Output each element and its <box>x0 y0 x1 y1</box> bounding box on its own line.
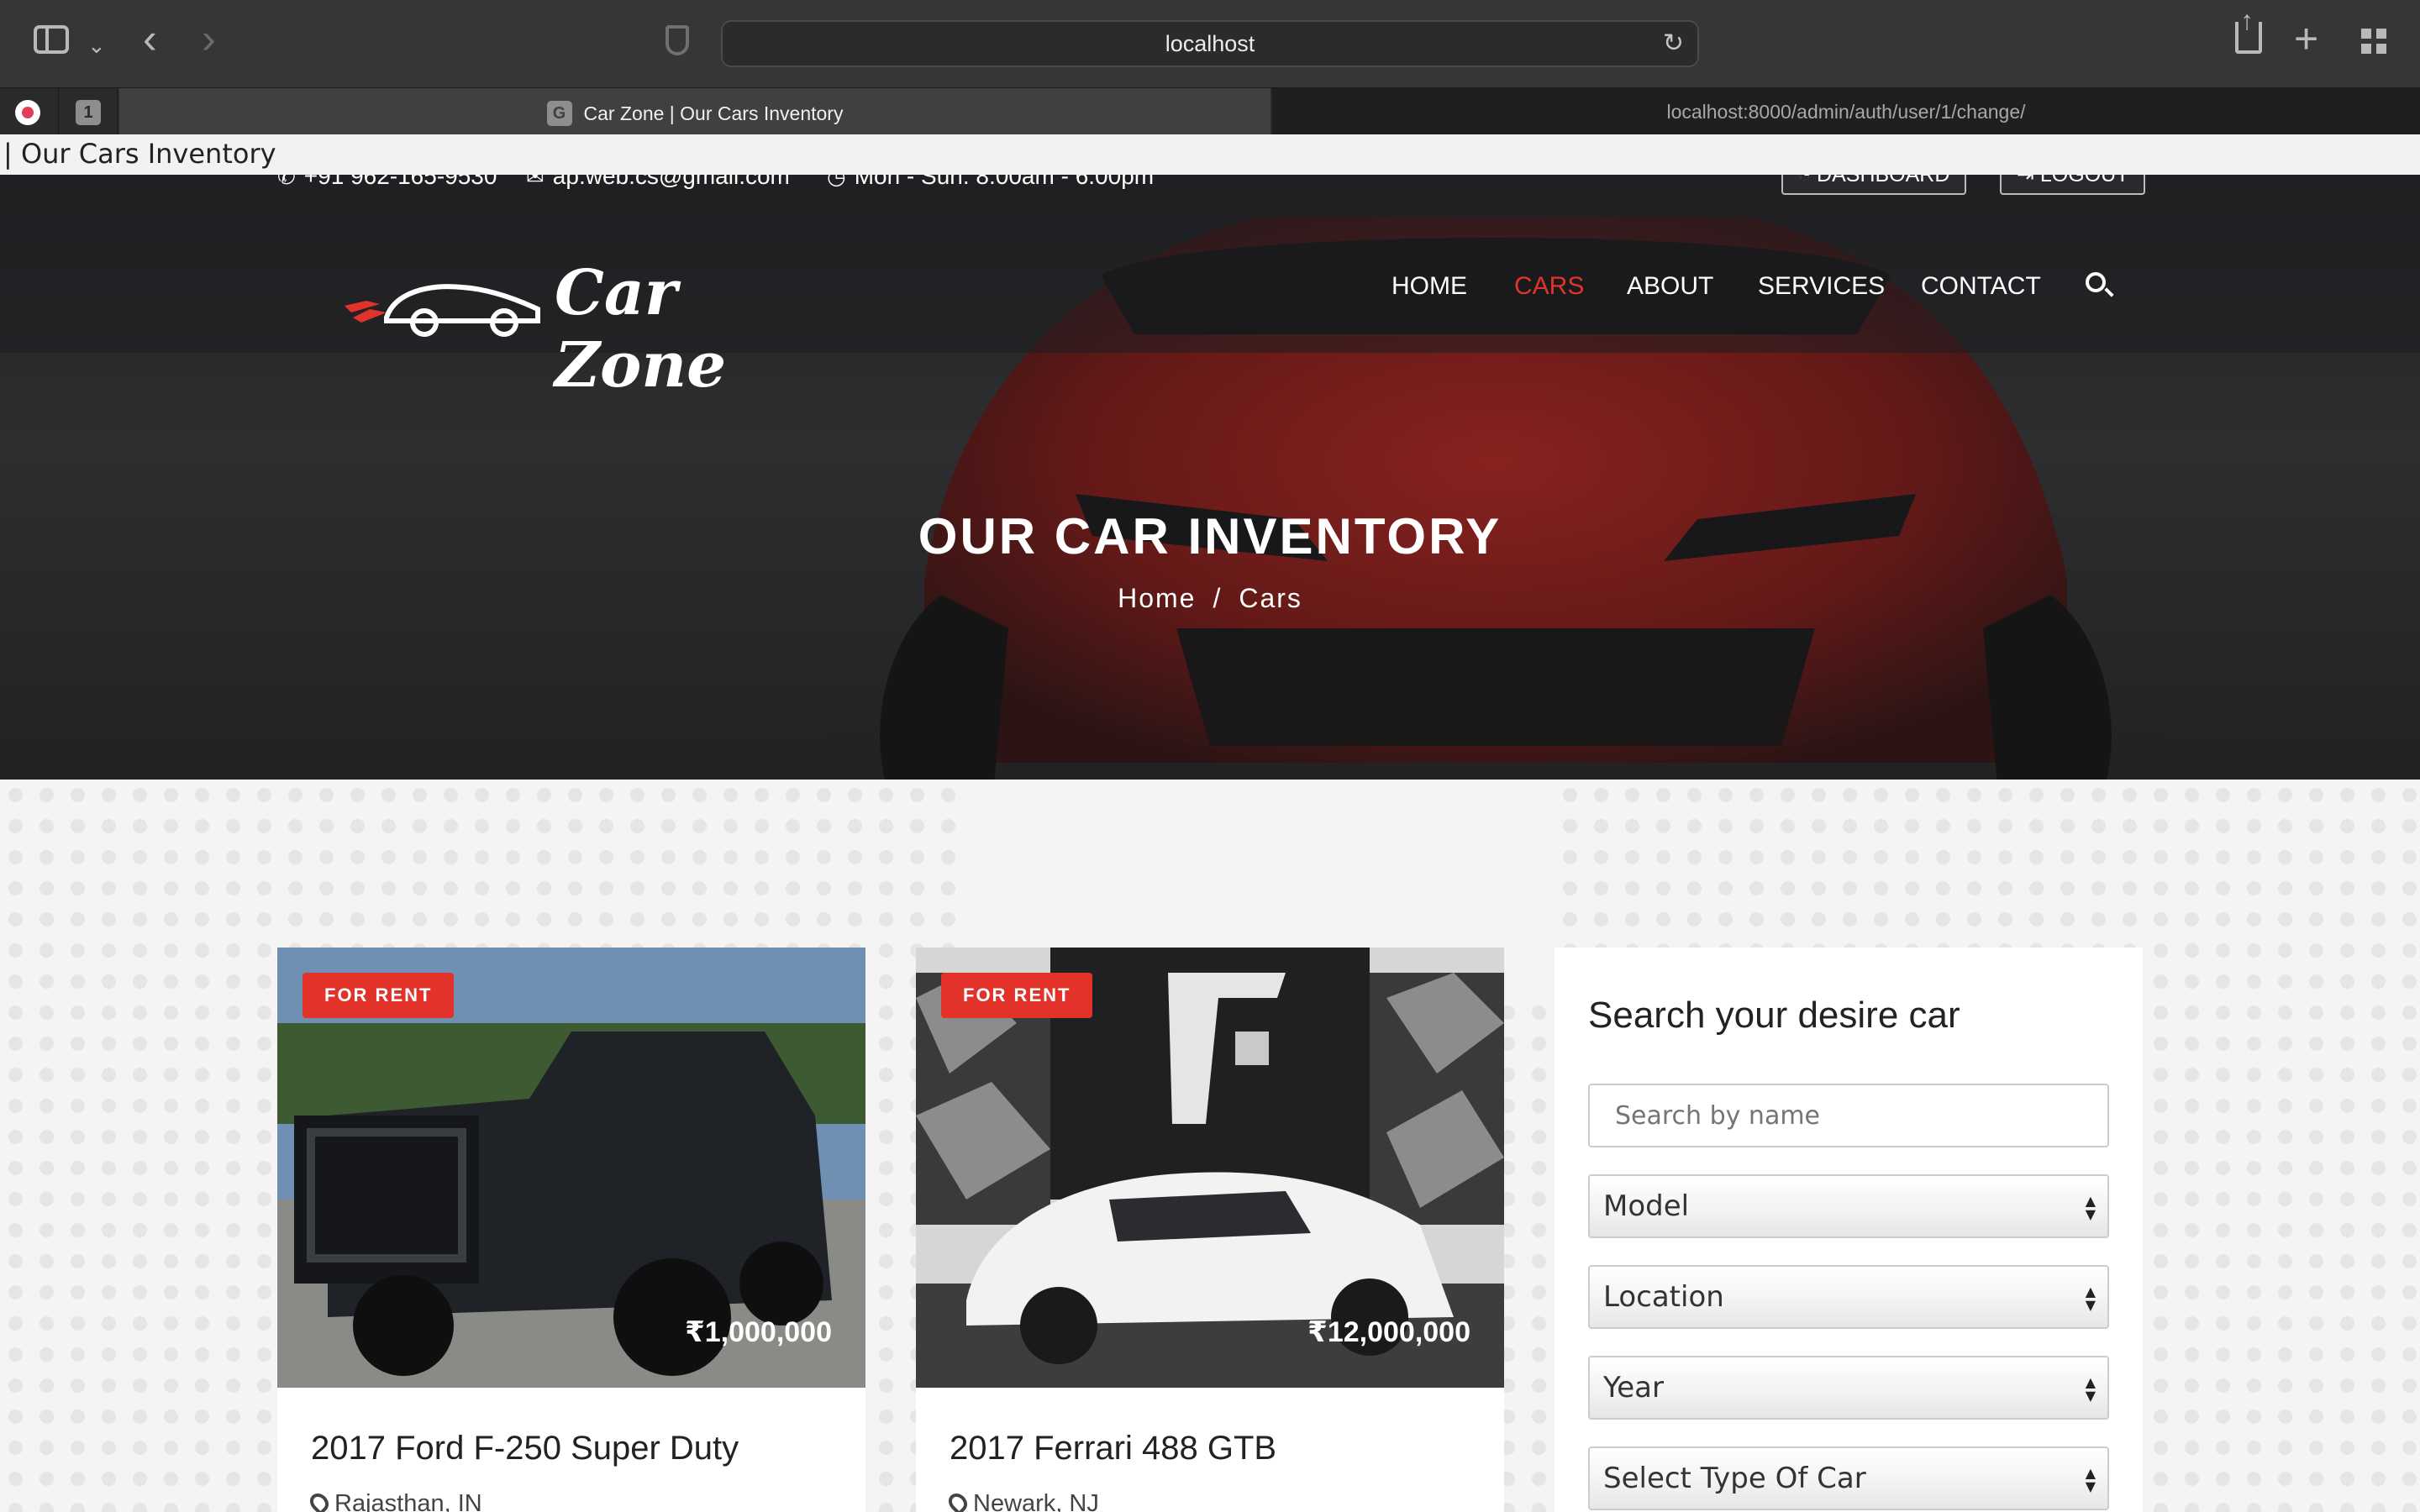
nav-contact[interactable]: CONTACT <box>1921 272 2041 301</box>
tab-favicon: G <box>546 100 572 126</box>
location-pin-icon <box>306 1489 333 1512</box>
pinned-tab[interactable]: 1 <box>59 88 118 135</box>
pinned-badge: 1 <box>76 100 101 125</box>
year-select[interactable]: Year ▲ ▼ <box>1588 1356 2109 1420</box>
listing-badge: FOR RENT <box>941 973 1093 1018</box>
car-location-text: Rajasthan, IN <box>334 1490 482 1512</box>
car-card[interactable]: FOR RENT ₹1,000,000 2017 Ford F-250 Supe… <box>277 948 865 1512</box>
hours-text: Mon - Sun. 8.00am - 6.00pm <box>854 175 1155 189</box>
contact-email[interactable]: ✉ ap.web.cs@gmail.com <box>526 175 790 188</box>
car-type-select-value: Select Type Of Car <box>1603 1462 1866 1495</box>
hero-banner: ✆ +91 962-165-9530 ✉ ap.web.cs@gmail.com ◷… <box>0 175 2420 780</box>
clock-icon: ◷ <box>827 175 846 189</box>
phone-icon: ✆ <box>277 175 296 189</box>
year-select-value: Year <box>1603 1371 1664 1404</box>
back-arrow-icon[interactable]: ‹ <box>143 18 157 60</box>
email-text: ap.web.cs@gmail.com <box>552 175 790 189</box>
tab-label: localhost:8000/admin/auth/user/1/change/ <box>1666 101 2026 123</box>
tab-bar: 1 G Car Zone | Our Cars Inventory localho… <box>0 87 2420 135</box>
breadcrumb-current: Cars <box>1239 583 1302 613</box>
model-select[interactable]: Model ▲ ▼ <box>1588 1174 2109 1238</box>
site-logo[interactable]: Car Zone <box>336 250 840 402</box>
nav-cars[interactable]: CARS <box>1514 272 1584 301</box>
car-title[interactable]: 2017 Ford F-250 Super Duty <box>311 1430 739 1467</box>
new-tab-icon[interactable]: + <box>2294 18 2318 60</box>
car-title[interactable]: 2017 Ferrari 488 GTB <box>950 1430 1276 1467</box>
search-panel: Search your desire car Model ▲▼ Location ▲… <box>1555 948 2143 1512</box>
search-icon[interactable] <box>2086 272 2106 292</box>
select-arrows-icon: ▲ ▼ <box>2085 1374 2096 1404</box>
car-location: Newark, NJ <box>944 1489 1099 1512</box>
car-location: Rajasthan, IN <box>306 1489 482 1512</box>
page-title-text: | Our Cars Inventory <box>3 138 276 170</box>
model-select-value: Model <box>1603 1189 1690 1223</box>
search-by-name-input[interactable] <box>1588 1084 2109 1147</box>
car-card[interactable]: FOR RENT ₹12,000,000 2017 Ferrari 488 GT… <box>916 948 1504 1512</box>
breadcrumb-separator: / <box>1213 583 1223 613</box>
tab-overview-icon[interactable] <box>2361 29 2386 54</box>
logout-label: LOGOUT <box>2039 175 2129 186</box>
sidebar-toggle-icon[interactable] <box>34 25 69 54</box>
page-heading: OUR CAR INVENTORY <box>918 508 1502 564</box>
search-panel-title: Search your desire car <box>1588 995 1960 1036</box>
browser-toolbar: ⌄ ‹ › localhost ↻ + <box>0 0 2420 87</box>
dashboard-button[interactable]: ◔ DASHBOARD <box>1781 175 1967 195</box>
location-select[interactable]: Location ▲ ▼ <box>1588 1265 2109 1329</box>
location-select-value: Location <box>1603 1280 1724 1314</box>
tab-car-zone[interactable]: G Car Zone | Our Cars Inventory <box>119 88 1270 135</box>
chevron-down-icon[interactable]: ⌄ <box>87 29 106 62</box>
address-bar[interactable]: localhost ↻ <box>721 20 1699 67</box>
select-arrows-icon: ▲ ▼ <box>2085 1193 2096 1222</box>
listing-badge: FOR RENT <box>302 973 455 1018</box>
location-pin-icon <box>944 1489 971 1512</box>
logout-icon: ⇥ <box>2017 175 2040 186</box>
reload-icon[interactable]: ↻ <box>1663 22 1684 66</box>
dashboard-label: DASHBOARD <box>1817 175 1950 186</box>
nav-home[interactable]: HOME <box>1392 272 1467 301</box>
forward-arrow-icon[interactable]: › <box>202 18 216 60</box>
logo-text: Car Zone <box>555 257 727 402</box>
car-photo[interactable]: FOR RENT ₹12,000,000 <box>916 948 1504 1388</box>
car-type-select[interactable]: Select Type Of Car ▲ ▼ <box>1588 1446 2109 1510</box>
select-arrows-icon: ▲ ▼ <box>2085 1465 2096 1494</box>
nav-services[interactable]: SERVICES <box>1758 272 1885 301</box>
select-arrows-icon: ▲ ▼ <box>2085 1284 2096 1313</box>
tab-label: Car Zone | Our Cars Inventory <box>583 102 844 124</box>
car-photo[interactable]: FOR RENT ₹1,000,000 <box>277 948 865 1388</box>
logout-button[interactable]: ⇥ LOGOUT <box>2000 175 2146 195</box>
car-location-text: Newark, NJ <box>973 1490 1099 1512</box>
contact-hours: ◷ Mon - Sun. 8.00am - 6.00pm <box>827 175 1154 188</box>
car-price: ₹1,000,000 <box>685 1316 832 1348</box>
pinned-site-icon <box>15 100 40 125</box>
car-price: ₹12,000,000 <box>1307 1316 1470 1348</box>
breadcrumb: Home / Cars <box>0 583 2420 614</box>
tab-admin[interactable]: localhost:8000/admin/auth/user/1/change/ <box>1272 88 2420 135</box>
contact-phone: ✆ +91 962-165-9530 <box>277 175 497 188</box>
breadcrumb-home[interactable]: Home <box>1118 583 1196 613</box>
share-icon[interactable] <box>2235 3 2262 54</box>
dashboard-icon: ◔ <box>1798 175 1818 186</box>
nav-about[interactable]: ABOUT <box>1627 272 1713 301</box>
logo-car-icon <box>345 284 540 337</box>
privacy-shield-icon[interactable] <box>666 25 689 55</box>
envelope-icon: ✉ <box>526 175 544 189</box>
page-title-strip: | Our Cars Inventory <box>0 134 2420 175</box>
address-text: localhost <box>1165 31 1255 56</box>
pinned-tab[interactable] <box>0 88 59 135</box>
phone-text: +91 962-165-9530 <box>303 175 497 189</box>
